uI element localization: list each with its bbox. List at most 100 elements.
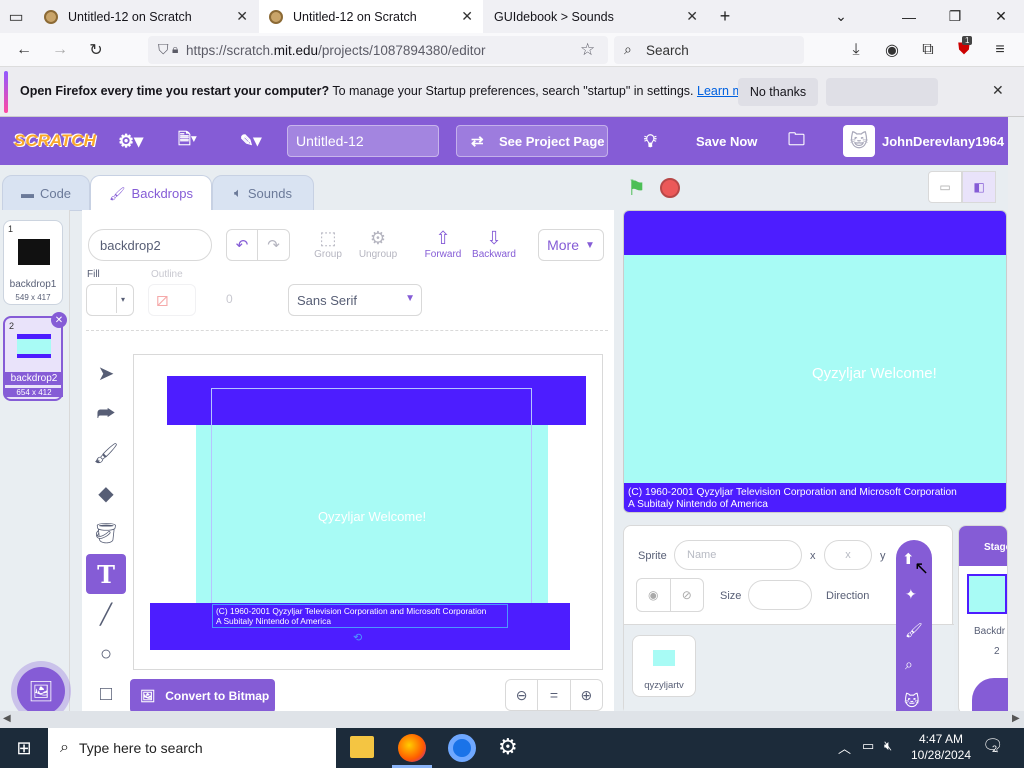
downloads-icon[interactable]: ⤓ <box>840 33 872 67</box>
fill-color-picker[interactable]: ▾ <box>86 284 134 316</box>
avatar[interactable]: 😺︎ <box>843 125 875 157</box>
zoom-reset-button[interactable]: = <box>538 680 571 710</box>
size-input[interactable] <box>748 580 812 610</box>
settings-gear-icon[interactable]: ⚙ <box>498 734 518 760</box>
close-tab-icon[interactable]: ✕ <box>461 8 473 25</box>
project-title-input[interactable]: Untitled-12 <box>287 125 439 157</box>
zoom-out-icon[interactable]: ⊖ <box>506 680 539 710</box>
normal-stage-icon[interactable]: ◧ <box>962 171 996 203</box>
stop-icon[interactable] <box>660 178 680 198</box>
eraser-tool-icon[interactable]: ◆ <box>88 475 124 511</box>
browser-tab-2[interactable]: Untitled-12 on Scratch ✕ <box>259 0 483 33</box>
hide-eye-icon[interactable]: ⊘ <box>671 579 704 611</box>
choose-sprite-icon[interactable]: 🐱︎ <box>904 692 920 710</box>
ublock-icon[interactable]: ⛊ 1 <box>948 33 980 67</box>
tab-code[interactable]: ▬ Code <box>2 175 90 211</box>
scroll-right-icon[interactable]: ▶ <box>1012 713 1020 724</box>
tab-sounds[interactable]: 🔈︎ Sounds <box>212 175 314 211</box>
choose-backdrop-button[interactable]: 🖼︎ <box>17 667 65 715</box>
stage-canvas[interactable]: Qyzyljar Welcome! (C) 1960-2001 Qyzyljar… <box>623 210 1007 513</box>
minimize-icon[interactable]: — <box>886 0 932 33</box>
fill-tool-icon[interactable]: 🪣︎ <box>88 515 124 551</box>
edit-menu-icon[interactable]: ✎▾ <box>240 117 261 165</box>
file-menu-icon[interactable]: 🗎︎▾ <box>178 117 197 165</box>
forward-button[interactable]: ⇧ Forward <box>422 228 464 260</box>
text-selection-box[interactable]: (C) 1960-2001 Qyzyljar Television Corpor… <box>212 604 508 644</box>
tutorials-bulb-icon[interactable]: 💡︎ <box>644 117 657 165</box>
volume-muted-icon[interactable]: 🔇︎ <box>884 738 892 754</box>
ungroup-button[interactable]: ⚙ Ungroup <box>356 228 400 260</box>
taskbar-search-box[interactable]: ⌕ Type here to search <box>48 728 336 768</box>
tab-list-icon[interactable]: ▭ <box>0 0 32 33</box>
scroll-left-icon[interactable]: ◀ <box>3 713 11 724</box>
account-icon[interactable]: ◉ <box>876 33 908 67</box>
clock[interactable]: 4:47 AM 10/28/2024 <box>910 732 972 762</box>
lock-icon[interactable]: 🔒︎ <box>172 42 178 57</box>
small-stage-icon[interactable]: ▭ <box>928 171 962 203</box>
my-stuff-folder-icon[interactable]: 🗀︎ <box>788 117 805 165</box>
delete-backdrop-icon[interactable]: ✕ <box>51 312 67 328</box>
file-explorer-icon[interactable] <box>350 736 374 758</box>
new-tab-icon[interactable]: + <box>702 0 748 33</box>
surprise-sparkle-icon[interactable]: ✦ <box>905 586 917 603</box>
close-notification-icon[interactable]: ✕ <box>992 82 1004 99</box>
brush-tool-icon[interactable]: 🖌︎ <box>88 435 124 471</box>
paint-canvas[interactable]: Qyzyljar Welcome! (C) 1960-2001 Qyzyljar… <box>133 354 603 670</box>
rectangle-tool-icon[interactable]: □ <box>88 676 124 712</box>
close-window-icon[interactable]: ✕ <box>978 0 1024 33</box>
no-thanks-button[interactable]: No thanks <box>738 78 818 106</box>
outline-color-picker[interactable]: ⧄ <box>148 284 196 316</box>
text-tool-icon[interactable]: T <box>86 554 126 594</box>
restore-icon[interactable]: ❐ <box>932 0 978 33</box>
redo-icon[interactable]: ↷ <box>258 230 289 260</box>
horizontal-scrollbar[interactable]: ◀ ▶ <box>0 711 1024 728</box>
backdrop-thumb-1[interactable]: 1 backdrop1 549 x 417 <box>3 220 63 305</box>
account-menu[interactable]: JohnDerevlany1964▾ <box>882 117 1017 165</box>
scratch-logo[interactable]: SCRATCH <box>14 117 96 165</box>
group-button[interactable]: ⬚ Group <box>310 228 346 260</box>
chrome-icon[interactable] <box>448 734 476 762</box>
extensions-icon[interactable]: ⧉ <box>912 33 944 67</box>
back-icon[interactable]: ← <box>8 33 40 67</box>
shield-icon[interactable]: ⛉ <box>158 41 169 58</box>
backdrop-thumb-2[interactable]: 2 ✕ backdrop2 654 x 412 <box>3 312 67 401</box>
browser-tab-1[interactable]: Untitled-12 on Scratch ✕ <box>34 0 258 33</box>
enable-startup-button[interactable] <box>826 78 938 106</box>
more-button[interactable]: More ▼ <box>538 229 604 261</box>
green-flag-icon[interactable]: ⚑ <box>627 176 646 201</box>
line-tool-icon[interactable]: ╱ <box>88 596 124 632</box>
sprite-thumb[interactable]: qyzyljartv <box>632 635 696 697</box>
firefox-icon[interactable] <box>398 734 426 762</box>
sprite-name-input[interactable]: Name <box>674 540 802 570</box>
zoom-in-icon[interactable]: ⊕ <box>571 680 602 710</box>
outline-width-input[interactable]: 0 <box>226 292 233 306</box>
show-eye-icon[interactable]: ◉ <box>637 579 671 611</box>
see-project-page-button[interactable]: ⇄ See Project Page <box>456 125 608 157</box>
tab-backdrops[interactable]: 🖌︎ Backdrops <box>90 175 212 211</box>
vertical-scrollbar[interactable] <box>1008 117 1024 711</box>
menu-icon[interactable]: ≡ <box>984 33 1016 67</box>
settings-menu-icon[interactable]: ⚙▾ <box>118 117 143 165</box>
reload-icon[interactable]: ↻ <box>80 33 112 67</box>
network-icon[interactable]: ▭ <box>862 738 874 754</box>
list-all-tabs-icon[interactable]: ⌄ <box>818 0 864 33</box>
undo-icon[interactable]: ↶ <box>227 230 259 260</box>
search-input[interactable]: ⌕ Search <box>614 36 804 64</box>
search-sprite-icon[interactable]: ⌕ <box>905 656 913 673</box>
x-input[interactable]: x <box>824 540 872 570</box>
select-tool-icon[interactable]: ➤ <box>88 355 124 391</box>
rotate-handle-icon[interactable]: ⟲ <box>353 631 362 644</box>
close-tab-icon[interactable]: ✕ <box>236 8 248 25</box>
save-now-button[interactable]: Save Now <box>696 117 757 165</box>
browser-tab-3[interactable]: GUIdebook > Sounds ✕ <box>484 0 708 33</box>
forward-icon[interactable]: → <box>44 33 76 67</box>
reshape-tool-icon[interactable]: ⮫ <box>88 396 124 432</box>
url-bar[interactable]: ⛉ 🔒︎ https://scratch. mit.edu/projects/10… <box>148 36 608 64</box>
upload-sprite-icon[interactable]: ⬆ <box>902 550 915 568</box>
bookmark-star-icon[interactable]: ☆ <box>580 40 595 60</box>
convert-to-bitmap-button[interactable]: 🖼︎ Convert to Bitmap <box>130 679 275 713</box>
notification-center-icon[interactable]: 🗨︎ 2 <box>982 736 1004 756</box>
font-dropdown[interactable]: Sans Serif ▼ <box>288 284 422 316</box>
close-tab-icon[interactable]: ✕ <box>686 8 698 25</box>
costume-name-input[interactable]: backdrop2 <box>88 229 212 261</box>
